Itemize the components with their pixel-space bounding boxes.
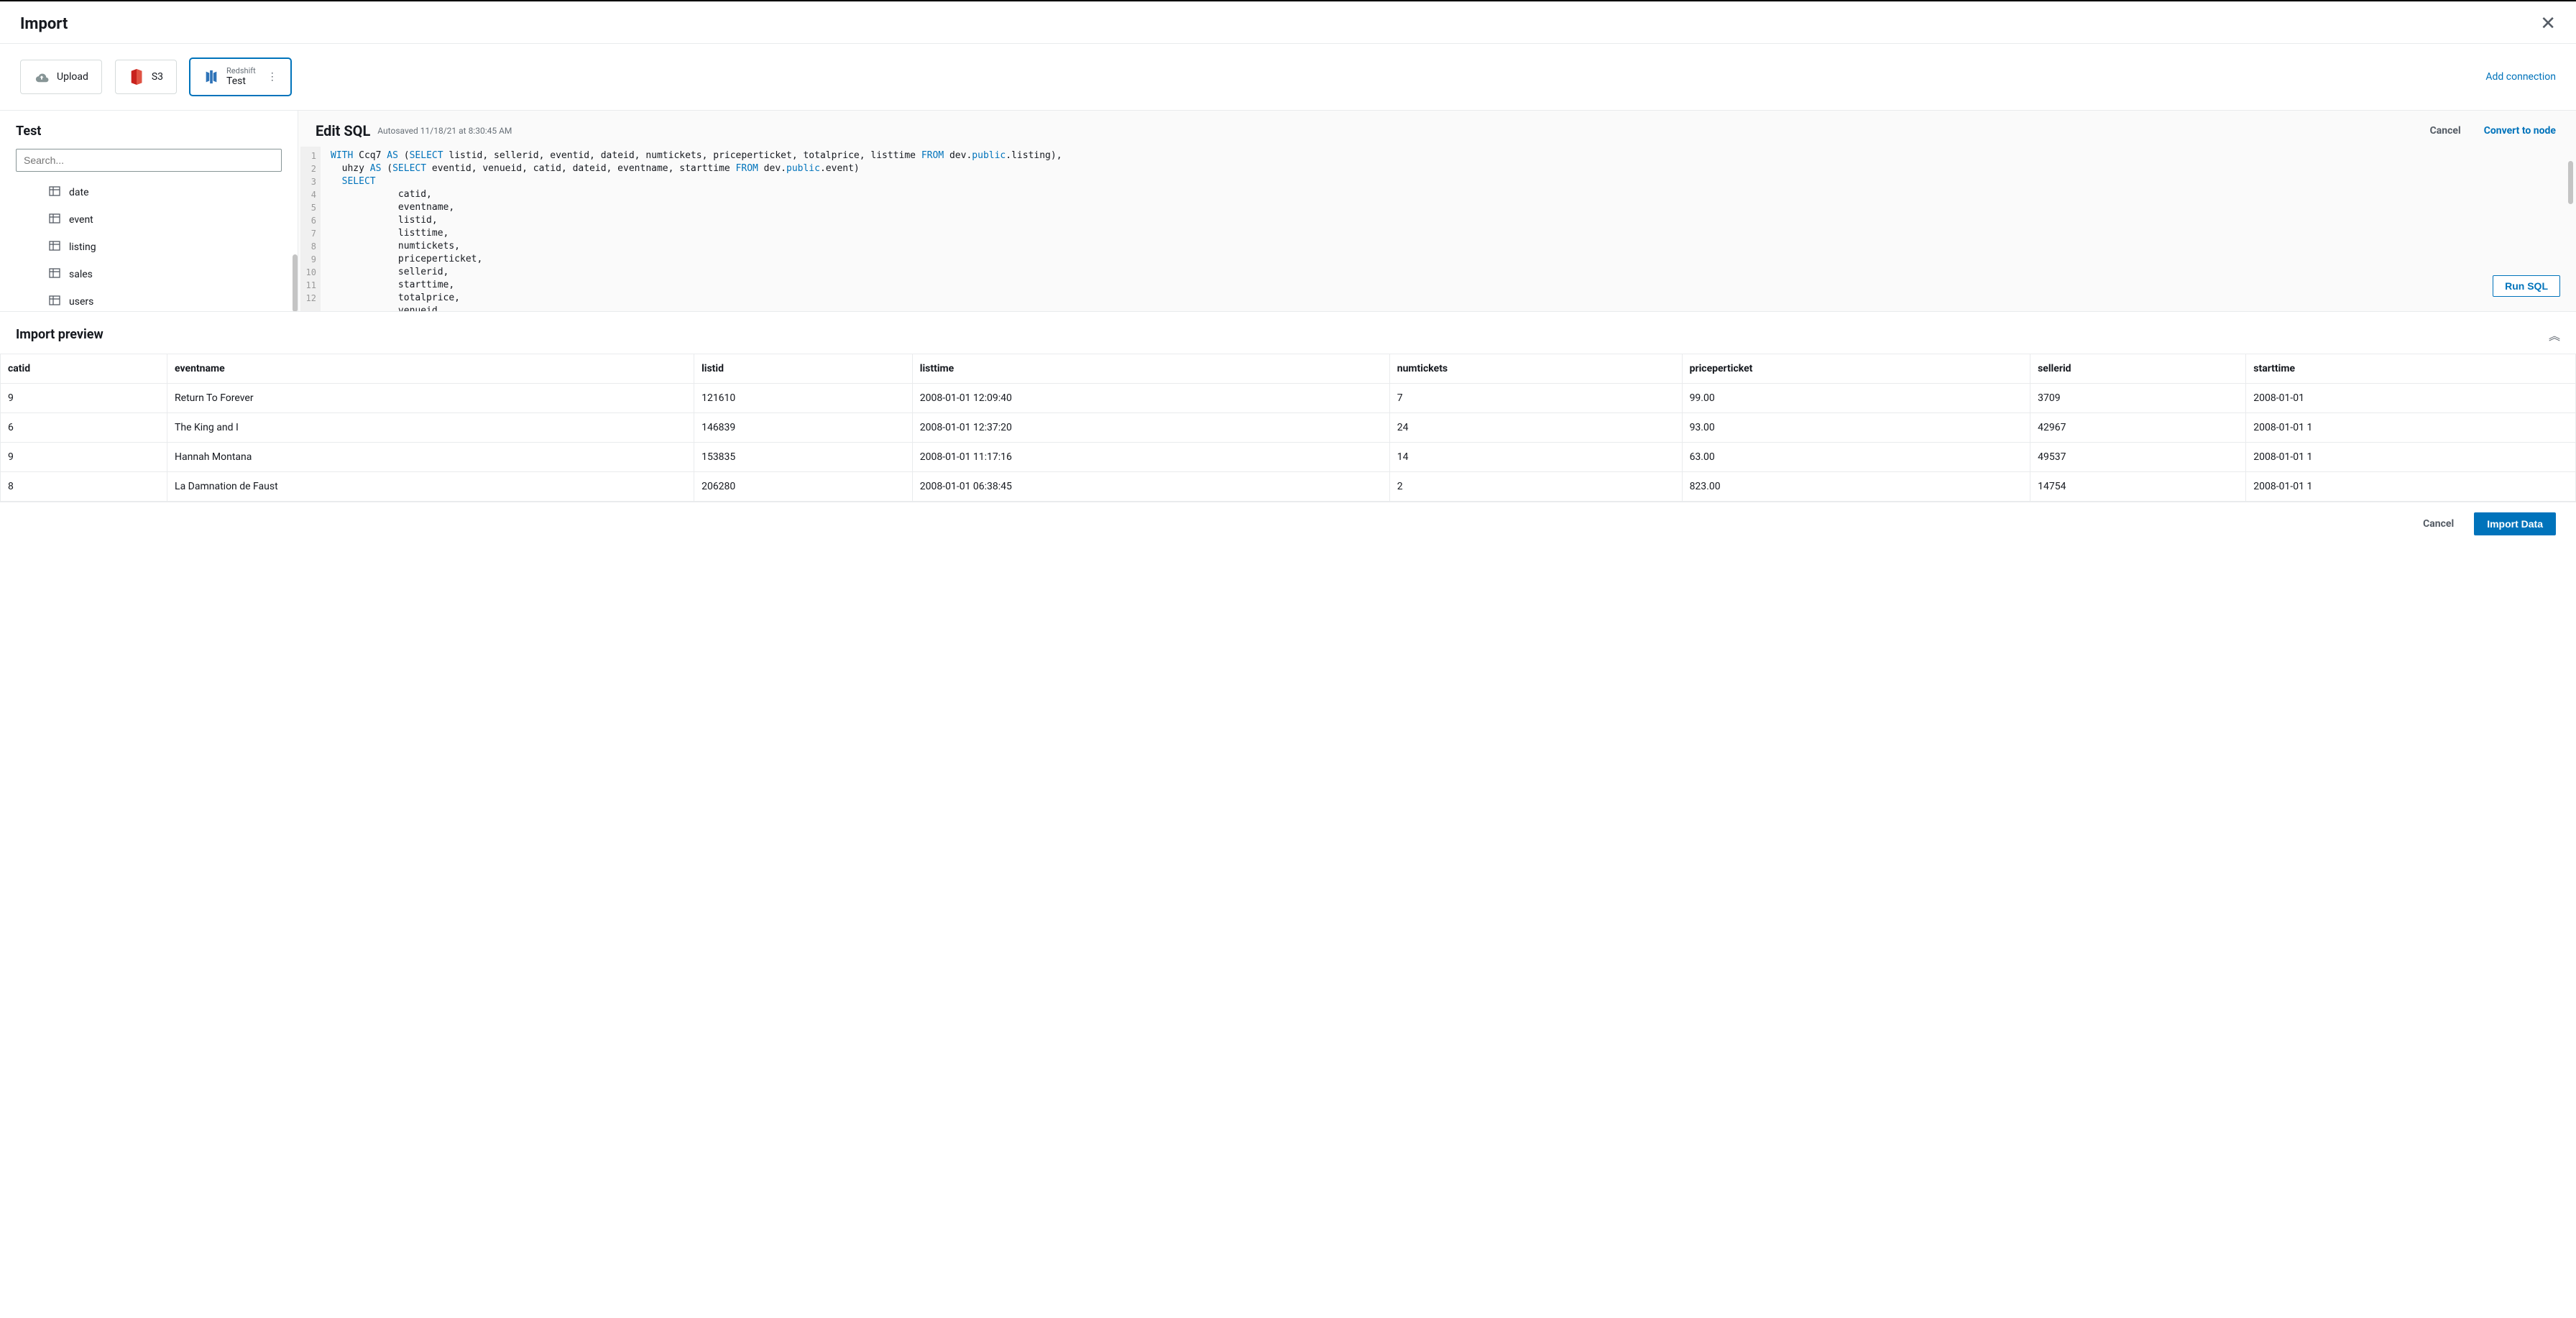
table-cell: Return To Forever <box>167 383 694 413</box>
s3-source-button[interactable]: S3 <box>115 60 177 94</box>
table-cell: 2008-01-01 12:09:40 <box>912 383 1389 413</box>
table-item-label: event <box>69 214 93 226</box>
table-item-users[interactable]: users <box>16 288 282 311</box>
table-cell: 146839 <box>694 413 913 442</box>
table-cell: 206280 <box>694 471 913 501</box>
table-cell: 49537 <box>2030 442 2246 471</box>
table-cell: 3709 <box>2030 383 2246 413</box>
upload-source-button[interactable]: Upload <box>20 60 102 94</box>
code-gutter: 123456789101112 <box>300 147 321 311</box>
table-cell: 24 <box>1389 413 1682 442</box>
redshift-conn-name: Test <box>226 75 256 88</box>
redshift-source-button[interactable]: Redshift Test ⋮ <box>190 58 291 96</box>
add-connection-link[interactable]: Add connection <box>2485 71 2556 83</box>
modal-title: Import <box>20 15 68 33</box>
collapse-icon[interactable]: ︽ <box>2549 326 2560 344</box>
run-sql-button[interactable]: Run SQL <box>2493 275 2560 297</box>
table-row: 8La Damnation de Faust2062802008-01-01 0… <box>1 471 2576 501</box>
table-header-row: catideventnamelistidlisttimenumticketspr… <box>1 354 2576 383</box>
column-header: eventname <box>167 354 694 383</box>
table-icon <box>49 240 60 254</box>
table-cell: 2008-01-01 1 <box>2246 442 2576 471</box>
table-cell: 63.00 <box>1682 442 2030 471</box>
import-data-button[interactable]: Import Data <box>2474 512 2556 535</box>
table-item-date[interactable]: date <box>16 179 282 206</box>
column-header: numtickets <box>1389 354 1682 383</box>
table-cell: Hannah Montana <box>167 442 694 471</box>
editor-title: Edit SQL <box>316 122 370 139</box>
table-item-sales[interactable]: sales <box>16 261 282 288</box>
editor-cancel-button[interactable]: Cancel <box>2430 125 2461 137</box>
table-cell: The King and I <box>167 413 694 442</box>
redshift-icon <box>203 69 219 85</box>
column-header: sellerid <box>2030 354 2246 383</box>
table-item-label: listing <box>69 241 96 253</box>
footer-cancel-button[interactable]: Cancel <box>2423 518 2454 530</box>
redshift-type-label: Redshift <box>226 66 256 75</box>
preview-title: Import preview <box>16 327 104 342</box>
preview-table: catideventnamelistidlisttimenumticketspr… <box>0 354 2576 502</box>
table-cell: 2008-01-01 11:17:16 <box>912 442 1389 471</box>
table-cell: 8 <box>1 471 167 501</box>
sql-editor[interactable]: WITH Ccq7 AS (SELECT listid, sellerid, e… <box>321 147 1072 311</box>
upload-label: Upload <box>57 71 88 83</box>
table-cell: 2008-01-01 06:38:45 <box>912 471 1389 501</box>
column-header: priceperticket <box>1682 354 2030 383</box>
table-cell: 93.00 <box>1682 413 2030 442</box>
table-cell: 9 <box>1 442 167 471</box>
table-icon <box>49 267 60 282</box>
more-icon[interactable]: ⋮ <box>267 71 277 83</box>
table-list: date event listing sales users <box>16 179 282 311</box>
table-cell: 14 <box>1389 442 1682 471</box>
table-cell: 99.00 <box>1682 383 2030 413</box>
table-cell: 2 <box>1389 471 1682 501</box>
table-icon <box>49 213 60 227</box>
table-cell: 2008-01-01 12:37:20 <box>912 413 1389 442</box>
cloud-upload-icon <box>34 69 50 85</box>
search-input[interactable] <box>16 149 282 172</box>
convert-to-node-button[interactable]: Convert to node <box>2484 125 2556 137</box>
table-row: 9Return To Forever1216102008-01-01 12:09… <box>1 383 2576 413</box>
column-header: starttime <box>2246 354 2576 383</box>
table-item-label: date <box>69 187 89 198</box>
table-cell: 9 <box>1 383 167 413</box>
editor-scrollbar[interactable] <box>2568 161 2573 204</box>
table-cell: 823.00 <box>1682 471 2030 501</box>
s3-label: S3 <box>152 71 163 83</box>
column-header: catid <box>1 354 167 383</box>
close-icon[interactable]: ✕ <box>2540 14 2556 33</box>
table-icon <box>49 295 60 309</box>
table-icon <box>49 185 60 200</box>
table-cell: 2008-01-01 1 <box>2246 471 2576 501</box>
table-cell: 2008-01-01 1 <box>2246 413 2576 442</box>
s3-icon <box>129 69 144 85</box>
column-header: listid <box>694 354 913 383</box>
table-cell: 7 <box>1389 383 1682 413</box>
table-item-label: sales <box>69 269 93 280</box>
table-item-label: users <box>69 296 93 308</box>
table-cell: 42967 <box>2030 413 2246 442</box>
table-item-event[interactable]: event <box>16 206 282 234</box>
sidebar-scrollbar[interactable] <box>293 254 298 311</box>
table-cell: La Damnation de Faust <box>167 471 694 501</box>
table-cell: 14754 <box>2030 471 2246 501</box>
table-cell: 153835 <box>694 442 913 471</box>
table-cell: 121610 <box>694 383 913 413</box>
table-row: 6The King and I1468392008-01-01 12:37:20… <box>1 413 2576 442</box>
table-row: 9Hannah Montana1538352008-01-01 11:17:16… <box>1 442 2576 471</box>
column-header: listtime <box>912 354 1389 383</box>
table-cell: 2008-01-01 <box>2246 383 2576 413</box>
autosave-status: Autosaved 11/18/21 at 8:30:45 AM <box>377 126 512 136</box>
table-item-listing[interactable]: listing <box>16 234 282 261</box>
connection-name-heading: Test <box>16 124 282 139</box>
table-cell: 6 <box>1 413 167 442</box>
